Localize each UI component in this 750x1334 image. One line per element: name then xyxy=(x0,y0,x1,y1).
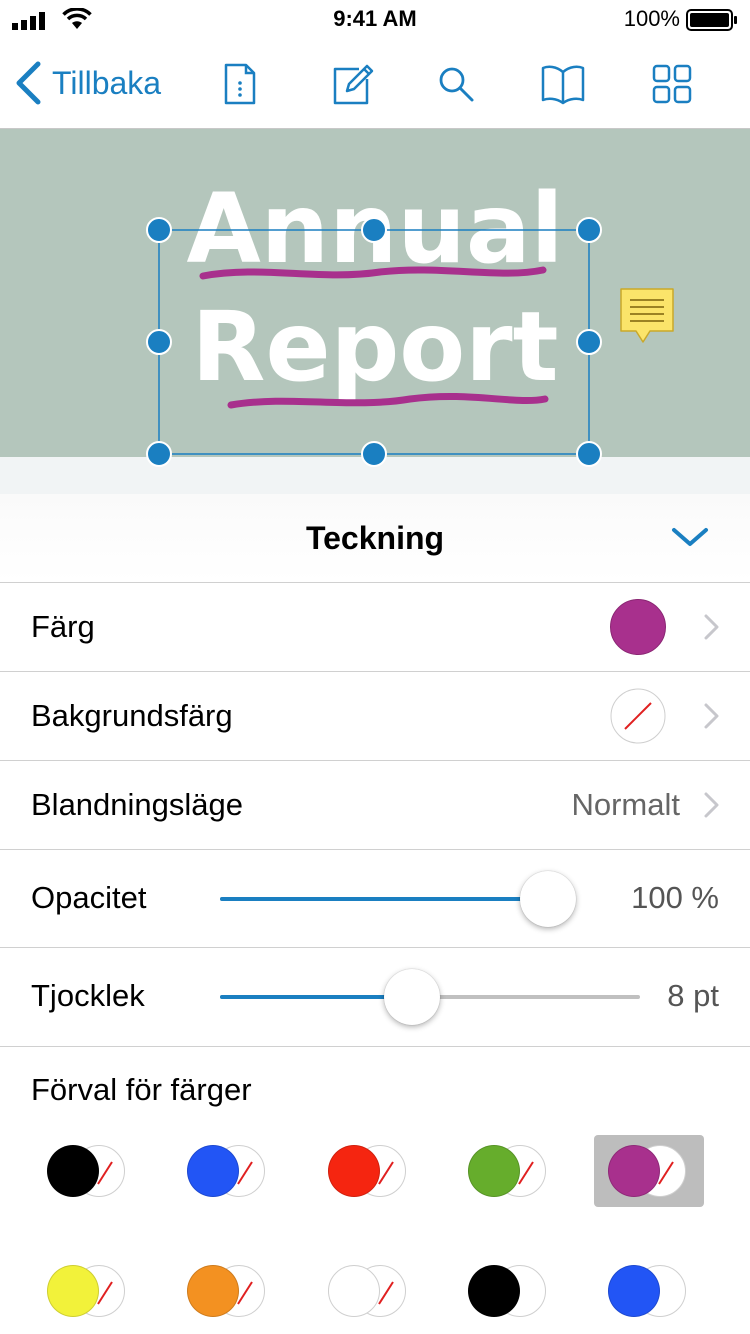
color-preset[interactable] xyxy=(173,1135,283,1207)
opacity-label: Opacitet xyxy=(31,880,147,915)
thickness-label: Tjocklek xyxy=(31,978,145,1013)
search-icon xyxy=(439,67,474,102)
thickness-slider-thumb[interactable] xyxy=(384,969,440,1025)
color-preset[interactable] xyxy=(33,1255,143,1327)
color-preset[interactable] xyxy=(314,1255,424,1327)
thumbnails-button[interactable] xyxy=(646,58,698,110)
preset-color-swatch xyxy=(47,1265,99,1317)
navigation-bar: Tillbaka xyxy=(0,40,750,129)
book-icon xyxy=(541,65,585,105)
thickness-slider[interactable] xyxy=(220,969,640,1025)
color-swatch xyxy=(610,599,666,655)
note-icon[interactable] xyxy=(618,286,676,344)
back-button[interactable]: Tillbaka xyxy=(14,58,161,108)
panel-header: Teckning xyxy=(0,494,750,583)
chevron-right-icon xyxy=(704,614,719,640)
color-preset[interactable] xyxy=(173,1255,283,1327)
chevron-right-icon xyxy=(704,792,719,818)
no-color-swatch-icon xyxy=(610,688,666,744)
preset-color-swatch xyxy=(187,1145,239,1197)
preset-color-swatch xyxy=(468,1145,520,1197)
color-preset[interactable] xyxy=(454,1255,564,1327)
preset-color-swatch xyxy=(47,1145,99,1197)
grid-icon xyxy=(652,64,692,104)
blend-mode-value: Normalt xyxy=(571,787,680,822)
color-row[interactable]: Färg xyxy=(0,583,750,672)
document-info-button[interactable] xyxy=(214,58,266,110)
chevron-down-icon[interactable] xyxy=(670,522,710,552)
preset-color-swatch xyxy=(608,1265,660,1317)
panel-title: Teckning xyxy=(305,520,445,556)
color-preset[interactable] xyxy=(594,1255,704,1327)
document-icon xyxy=(224,63,256,105)
opacity-row: Opacitet 100 % xyxy=(0,850,750,948)
background-color-row[interactable]: Bakgrundsfärg xyxy=(0,672,750,761)
drawing-properties-panel: Teckning Färg Bakgrundsfärg Blandningslä… xyxy=(0,494,750,1334)
annotate-button[interactable] xyxy=(326,58,378,110)
preset-color-swatch xyxy=(468,1265,520,1317)
status-bar: 9:41 AM 100% xyxy=(0,0,750,40)
back-label: Tillbaka xyxy=(52,64,162,101)
background-color-label: Bakgrundsfärg xyxy=(31,698,233,733)
color-presets-label: Förval för färger xyxy=(31,1072,252,1107)
opacity-slider-thumb[interactable] xyxy=(520,871,576,927)
chevron-left-icon xyxy=(16,61,41,105)
opacity-slider[interactable] xyxy=(220,871,576,927)
chevron-right-icon xyxy=(704,703,719,729)
document-view[interactable]: Annual Report xyxy=(0,129,750,494)
blend-mode-label: Blandningsläge xyxy=(31,787,244,822)
opacity-value: 100 % xyxy=(631,880,719,915)
preset-color-swatch xyxy=(328,1145,380,1197)
thickness-row: Tjocklek 8 pt xyxy=(0,948,750,1047)
color-preset[interactable] xyxy=(454,1135,564,1207)
color-preset[interactable] xyxy=(314,1135,424,1207)
color-preset[interactable] xyxy=(33,1135,143,1207)
blend-mode-row[interactable]: Blandningsläge Normalt xyxy=(0,761,750,850)
battery-percent: 100% xyxy=(623,6,680,31)
outline-button[interactable] xyxy=(537,58,589,110)
battery-icon xyxy=(686,9,737,31)
preset-color-swatch xyxy=(608,1145,660,1197)
edit-icon xyxy=(333,64,374,105)
color-preset[interactable] xyxy=(594,1135,704,1207)
opacity-slider-fill xyxy=(220,897,548,901)
thickness-value: 8 pt xyxy=(667,978,719,1013)
preset-color-swatch xyxy=(187,1265,239,1317)
color-label: Färg xyxy=(31,609,95,644)
search-button[interactable] xyxy=(430,58,482,110)
preset-color-swatch xyxy=(328,1265,380,1317)
